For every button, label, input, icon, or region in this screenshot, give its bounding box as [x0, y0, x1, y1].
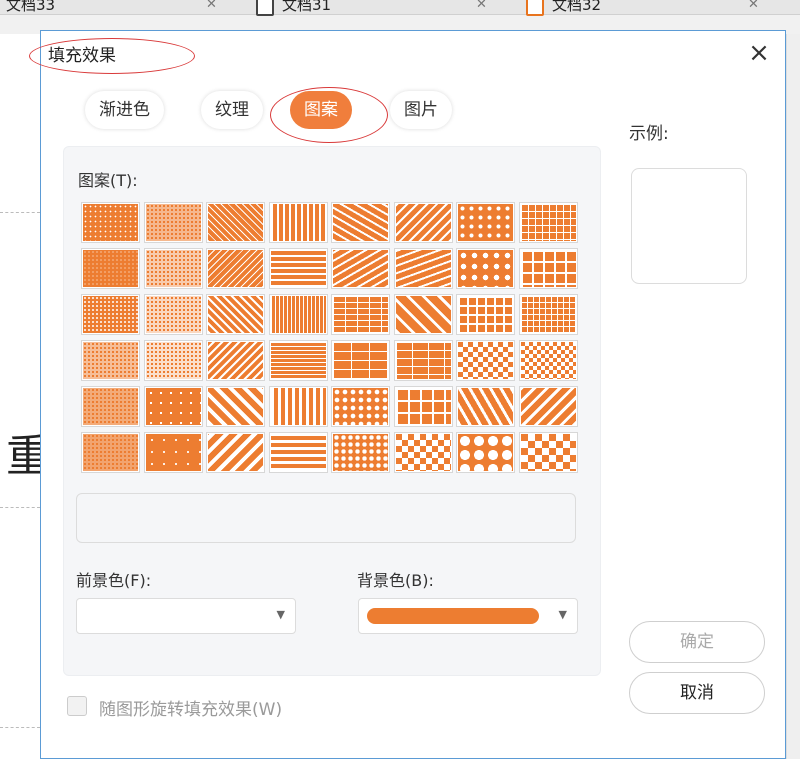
pattern-swatch-wide-upward-diagonal[interactable]: [206, 432, 265, 473]
rotate-with-shape-label: 随图形旋转填充效果(W): [99, 700, 283, 720]
pattern-label: 图案(T):: [78, 171, 138, 190]
pattern-swatch-percent-70[interactable]: [81, 386, 140, 427]
tab-label: 文档33: [6, 0, 56, 14]
tab-label: 文档32: [552, 0, 602, 14]
pattern-description-box: [76, 493, 576, 543]
pattern-swatch-dark-horizontal[interactable]: [268, 432, 328, 473]
pattern-panel: 图案(T): 前景色(F): ▼ 背景色(B): ▼: [63, 146, 601, 676]
pattern-swatch-dark-upward-diagonal[interactable]: [206, 340, 265, 381]
close-icon[interactable]: ×: [745, 39, 773, 67]
pattern-swatch-shingle[interactable]: [456, 386, 515, 427]
pattern-swatch-solid-diamond[interactable]: [456, 432, 515, 473]
pattern-swatch-light-upward-diagonal[interactable]: [206, 248, 265, 289]
pattern-swatch-percent-20[interactable]: [81, 248, 140, 289]
pattern-swatch-percent-90[interactable]: [143, 432, 203, 473]
pattern-swatch-dark-vertical[interactable]: [268, 386, 328, 427]
close-tab-icon[interactable]: ✕: [476, 0, 487, 12]
pattern-swatch-narrow-vertical[interactable]: [268, 294, 328, 335]
pattern-swatch-large-grid[interactable]: [518, 248, 578, 289]
pattern-swatch-dark-downward-diagonal[interactable]: [206, 294, 265, 335]
background-color-select[interactable]: ▼: [358, 598, 578, 634]
pattern-swatch-percent-25[interactable]: [143, 248, 203, 289]
pattern-swatch-light-horizontal[interactable]: [268, 248, 328, 289]
document-tab[interactable]: 文档33 ✕: [6, 0, 217, 14]
foreground-color-label: 前景色(F):: [76, 571, 152, 590]
pattern-swatch-diagonal-brick[interactable]: [393, 294, 453, 335]
pattern-swatch-percent-10[interactable]: [143, 202, 203, 243]
title-annotation-ellipse: [29, 38, 195, 74]
pattern-swatch-light-vertical[interactable]: [268, 202, 328, 243]
pattern-swatch-small-checkerboard[interactable]: [518, 340, 578, 381]
ok-button[interactable]: 确定: [629, 621, 765, 663]
pattern-swatch-dashed-upward-diagonal[interactable]: [331, 248, 390, 289]
tab-gradient[interactable]: 渐进色: [85, 91, 164, 129]
page-guide-line: [0, 507, 40, 508]
pattern-swatch-small-brick[interactable]: [331, 294, 390, 335]
dialog-titlebar[interactable]: 填充效果 ×: [29, 31, 785, 75]
pattern-swatch-percent-5[interactable]: [81, 202, 140, 243]
pattern-swatch-horizontal-brick[interactable]: [393, 340, 453, 381]
pattern-swatch-plaid[interactable]: [393, 386, 453, 427]
pattern-swatch-percent-75[interactable]: [143, 386, 203, 427]
pattern-swatch-percent-60[interactable]: [143, 340, 203, 381]
pattern-swatch-percent-40[interactable]: [143, 294, 203, 335]
pattern-swatch-dotted-diamond[interactable]: [518, 294, 578, 335]
pattern-swatch-dashed-downward-diagonal[interactable]: [331, 202, 390, 243]
pattern-swatch-large-brick[interactable]: [331, 340, 390, 381]
example-label: 示例:: [629, 124, 669, 144]
background-color-label: 背景色(B):: [357, 571, 434, 590]
example-preview: [631, 168, 747, 284]
chevron-down-icon: ▼: [558, 608, 567, 621]
close-tab-icon[interactable]: ✕: [206, 0, 217, 12]
close-tab-icon[interactable]: ✕: [748, 0, 759, 12]
fill-effects-dialog: 填充效果 × 渐进色 纹理 图案 图片 图案(T): 前景色(F): ▼ 背景色…: [29, 30, 786, 759]
pattern-swatch-trellis[interactable]: [518, 386, 578, 427]
pattern-swatch-wave[interactable]: [393, 248, 453, 289]
pattern-swatch-dotted-grid[interactable]: [456, 294, 515, 335]
pattern-swatch-percent-30[interactable]: [81, 294, 140, 335]
pattern-swatch-large-confetti[interactable]: [456, 248, 515, 289]
tab-label: 文档31: [282, 0, 332, 14]
pattern-swatch-divot[interactable]: [331, 386, 390, 427]
document-icon: [256, 0, 274, 16]
pattern-swatch-small-grid[interactable]: [518, 202, 578, 243]
document-tab-bar: 文档33 ✕ 文档31 ✕ 文档32 ✕: [0, 0, 800, 16]
pattern-swatch-small-confetti[interactable]: [456, 202, 515, 243]
tab-picture[interactable]: 图片: [390, 91, 452, 129]
rotate-with-shape-checkbox[interactable]: [67, 696, 87, 716]
tab-texture[interactable]: 纹理: [201, 91, 263, 129]
foreground-color-select[interactable]: ▼: [76, 598, 296, 634]
document-tab[interactable]: 文档31 ✕: [256, 0, 487, 16]
pattern-swatch-outlined-diamond[interactable]: [393, 432, 453, 473]
tab-pattern[interactable]: 图案: [290, 91, 352, 129]
pattern-swatch-percent-80[interactable]: [81, 432, 140, 473]
pattern-swatch-percent-50[interactable]: [81, 340, 140, 381]
background-color-swatch: [367, 608, 539, 624]
pattern-swatch-weave[interactable]: [456, 340, 515, 381]
document-icon: [526, 0, 544, 16]
cancel-button[interactable]: 取消: [629, 672, 765, 714]
chevron-down-icon: ▼: [276, 608, 285, 621]
page-guide-line: [0, 727, 40, 728]
pattern-swatch-light-downward-diagonal[interactable]: [206, 202, 265, 243]
pattern-swatch-sphere[interactable]: [331, 432, 390, 473]
pattern-swatch-wide-downward-diagonal[interactable]: [206, 386, 265, 427]
page-guide-line: [0, 212, 40, 213]
document-tab[interactable]: 文档32 ✕: [526, 0, 759, 16]
pattern-swatch-large-checkerboard[interactable]: [518, 432, 578, 473]
pattern-swatch-zigzag[interactable]: [393, 202, 453, 243]
pattern-swatch-narrow-horizontal[interactable]: [268, 340, 328, 381]
side-panel: [786, 34, 800, 759]
